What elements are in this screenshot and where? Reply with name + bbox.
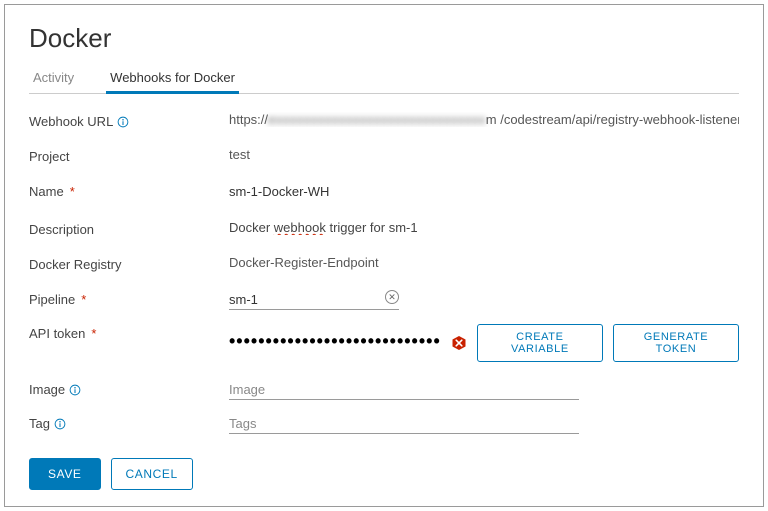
generate-token-button[interactable]: GENERATE TOKEN (613, 324, 739, 362)
label-image-text: Image (29, 382, 65, 397)
label-project: Project (29, 147, 229, 164)
save-button[interactable]: SAVE (29, 458, 101, 490)
label-tag: Tag (29, 414, 229, 431)
page-container: Docker Activity Webhooks for Docker Webh… (4, 4, 764, 507)
webhook-url-value: https://exxxxxxxxxxxxxxxxxxxxxxxxxxxxxxm… (229, 112, 739, 127)
required-marker: * (81, 292, 86, 307)
docker-registry-value: Docker-Register-Endpoint (229, 255, 739, 270)
tab-webhooks-for-docker[interactable]: Webhooks for Docker (106, 64, 239, 93)
desc-post: trigger for sm-1 (326, 220, 418, 235)
page-title: Docker (29, 23, 739, 54)
image-input[interactable] (229, 380, 579, 400)
label-pipeline-text: Pipeline (29, 292, 75, 307)
row-tag: Tag (29, 414, 739, 434)
row-project: Project test (29, 147, 739, 164)
url-hidden-host: exxxxxxxxxxxxxxxxxxxxxxxxxxxxxx (268, 112, 486, 127)
api-token-wrap: ••••••••••••••••••••••••••••• CREATE VAR… (229, 324, 739, 362)
footer-actions: SAVE CANCEL (29, 458, 193, 490)
pipeline-input-wrap: ✕ (229, 290, 399, 310)
row-docker-registry: Docker Registry Docker-Register-Endpoint (29, 255, 739, 272)
required-marker: * (70, 184, 75, 199)
name-input[interactable] (229, 182, 429, 202)
clear-icon[interactable]: ✕ (385, 290, 399, 304)
desc-spellword: webhook (274, 220, 326, 235)
description-input[interactable]: Docker webhook trigger for sm-1 (229, 220, 418, 235)
row-api-token: API token * •••••••••••••••••••••••••••••… (29, 324, 739, 362)
create-variable-button[interactable]: CREATE VARIABLE (477, 324, 603, 362)
url-suffix: m /codestream/api/registry-webhook-liste… (486, 112, 739, 127)
tag-wrap (229, 414, 739, 434)
required-marker: * (91, 326, 96, 341)
project-value: test (229, 147, 739, 162)
label-docker-registry: Docker Registry (29, 255, 229, 272)
tag-input[interactable] (229, 414, 579, 434)
row-name: Name * (29, 182, 739, 202)
cancel-button[interactable]: CANCEL (111, 458, 193, 490)
info-icon[interactable] (117, 116, 129, 128)
row-description: Description Docker webhook trigger for s… (29, 220, 739, 237)
tab-activity[interactable]: Activity (29, 64, 78, 93)
label-webhook-url: Webhook URL (29, 112, 229, 129)
pipeline-value-wrap: ✕ (229, 290, 739, 310)
image-wrap (229, 380, 739, 400)
api-token-masked[interactable]: ••••••••••••••••••••••••••••• (229, 335, 441, 352)
desc-pre: Docker (229, 220, 274, 235)
url-prefix: https:// (229, 112, 268, 127)
error-icon (451, 335, 467, 351)
tab-bar: Activity Webhooks for Docker (29, 64, 739, 94)
name-value-wrap (229, 182, 739, 202)
description-wrap: Docker webhook trigger for sm-1 (229, 220, 739, 235)
label-pipeline: Pipeline * (29, 290, 229, 307)
label-name: Name * (29, 182, 229, 199)
info-icon[interactable] (69, 384, 81, 396)
label-name-text: Name (29, 184, 64, 199)
label-api-token-text: API token (29, 326, 85, 341)
label-api-token: API token * (29, 324, 229, 341)
label-description: Description (29, 220, 229, 237)
label-image: Image (29, 380, 229, 397)
label-webhook-url-text: Webhook URL (29, 114, 113, 129)
pipeline-input[interactable] (229, 290, 399, 310)
row-webhook-url: Webhook URL https://exxxxxxxxxxxxxxxxxxx… (29, 112, 739, 129)
info-icon[interactable] (54, 418, 66, 430)
row-image: Image (29, 380, 739, 400)
row-pipeline: Pipeline * ✕ (29, 290, 739, 310)
label-tag-text: Tag (29, 416, 50, 431)
